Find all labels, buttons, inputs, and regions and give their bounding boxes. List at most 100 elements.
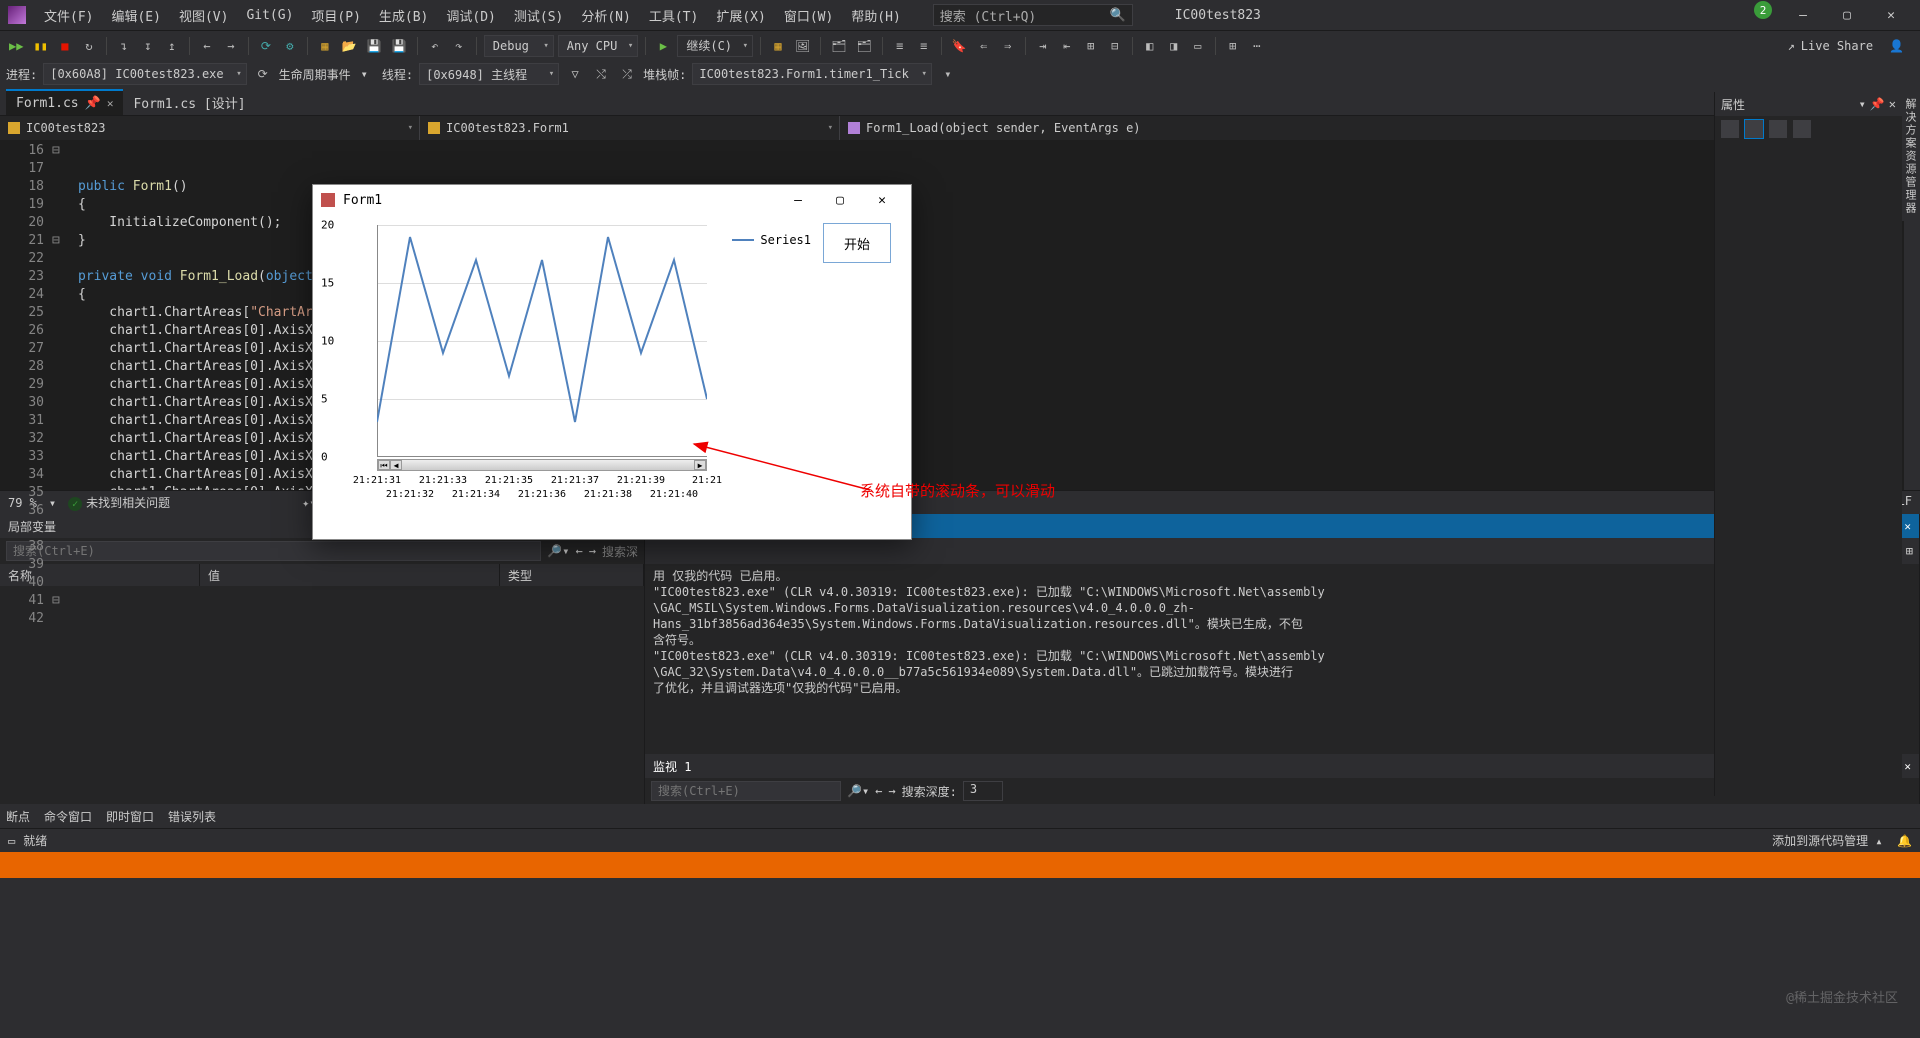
pin-icon[interactable]: 📌 (1870, 97, 1885, 111)
thread-dropdown[interactable]: [0x6948] 主线程 (419, 63, 559, 85)
tb-c-icon[interactable]: 🗂 (828, 35, 849, 57)
undo-icon[interactable]: ↶ (425, 35, 445, 57)
tab-form1-design[interactable]: Form1.cs [设计] (123, 89, 255, 115)
window-maximize-icon[interactable]: ▢ (819, 193, 861, 208)
window-maximize-icon[interactable]: ▢ (1826, 1, 1868, 29)
crumb-class[interactable]: IC00test823.Form1 (420, 116, 840, 140)
nav-back-icon[interactable]: ← (875, 784, 882, 798)
indent-icon[interactable]: ⇥ (1033, 35, 1053, 57)
stackframe-dropdown[interactable]: IC00test823.Form1.timer1_Tick (692, 63, 932, 85)
search-icon[interactable]: 🔎▾ (847, 784, 869, 798)
prop-page-icon[interactable] (1769, 120, 1787, 138)
bk-next-icon[interactable]: ⇒ (998, 35, 1018, 57)
menu-edit[interactable]: 编辑(E) (105, 3, 166, 28)
redo-icon[interactable]: ↷ (449, 35, 469, 57)
tb-a-icon[interactable]: ▦ (768, 35, 788, 57)
form1-titlebar[interactable]: Form1 — ▢ ✕ (313, 185, 911, 215)
refresh-icon[interactable]: ⟳ (256, 35, 276, 57)
tb-b-icon[interactable]: 🖼 (792, 35, 813, 57)
dropdown-icon[interactable]: ▾ (1859, 97, 1866, 111)
fold-column[interactable]: ⊟ ⊟ ⊟ (52, 140, 66, 490)
stop-icon[interactable]: ■ (55, 35, 75, 57)
tb-y-icon[interactable]: ◧ (1140, 35, 1160, 57)
tab-immediate[interactable]: 即时窗口 (106, 808, 154, 825)
menu-project[interactable]: 项目(P) (305, 3, 366, 28)
tab-command[interactable]: 命令窗口 (44, 808, 92, 825)
save-icon[interactable]: 💾 (364, 35, 385, 57)
tb-d-icon[interactable]: 🗂 (854, 35, 875, 57)
bookmark-icon[interactable]: 🔖 (949, 35, 970, 57)
nav-fwd-icon[interactable]: → (221, 35, 241, 57)
thread-b-icon[interactable]: ⤮ (617, 63, 637, 85)
locals-search[interactable] (6, 541, 541, 561)
restart-icon[interactable]: ↻ (79, 35, 99, 57)
menu-tools[interactable]: 工具(T) (643, 3, 704, 28)
scroll-left-icon[interactable]: ◀ (390, 460, 402, 470)
lifecycle-icon[interactable]: ⟳ (253, 63, 273, 85)
config-dropdown[interactable]: Debug (484, 35, 554, 57)
menu-test[interactable]: 测试(S) (508, 3, 569, 28)
menu-build[interactable]: 生成(B) (373, 3, 434, 28)
chart-scrollbar[interactable]: ⏮ ◀ ▶ (377, 459, 707, 471)
close-icon[interactable]: ✕ (1889, 97, 1896, 111)
form1-window[interactable]: Form1 — ▢ ✕ Series1 开始 20 15 10 5 0 (312, 184, 912, 540)
global-search[interactable]: 搜索 (Ctrl+Q) 🔍 (933, 4, 1133, 26)
save-all-icon[interactable]: 💾 (389, 35, 410, 57)
account-icon[interactable]: 👤 (1889, 39, 1904, 53)
prop-cat-icon[interactable] (1721, 120, 1739, 138)
search-icon[interactable]: 🔎▾ (547, 544, 569, 558)
close-icon[interactable]: ✕ (1904, 760, 1911, 773)
window-close-icon[interactable]: ✕ (861, 193, 903, 208)
continue-icon[interactable]: ▶▶ (6, 35, 26, 57)
scroll-far-left-icon[interactable]: ⏮ (378, 460, 390, 470)
outdent-icon[interactable]: ⇤ (1057, 35, 1077, 57)
tab-errors[interactable]: 错误列表 (168, 808, 216, 825)
scroll-right-icon[interactable]: ▶ (694, 460, 706, 470)
menu-help[interactable]: 帮助(H) (845, 3, 906, 28)
col-value[interactable]: 值 (200, 564, 500, 586)
continue-dropdown[interactable]: 继续(C) (677, 35, 753, 57)
new-item-icon[interactable]: ▦ (315, 35, 335, 57)
window-close-icon[interactable]: ✕ (1870, 1, 1912, 29)
step-out-icon[interactable]: ↥ (162, 35, 182, 57)
menu-analyze[interactable]: 分析(N) (575, 3, 636, 28)
source-control[interactable]: 添加到源代码管理 ▴ 🔔 (1772, 832, 1912, 849)
notification-badge[interactable]: 2 (1754, 1, 1772, 19)
tb-x-icon[interactable]: ⊟ (1105, 35, 1125, 57)
open-folder-icon[interactable]: 📂 (339, 35, 360, 57)
tab-breakpoints[interactable]: 断点 (6, 808, 30, 825)
close-icon[interactable]: ✕ (107, 97, 114, 110)
format-icon[interactable]: ⊞ (1081, 35, 1101, 57)
stack-ext-icon[interactable]: ▾ (938, 63, 958, 85)
issues-status[interactable]: 未找到相关问题 (68, 494, 170, 512)
tb-w-icon[interactable]: ▭ (1188, 35, 1208, 57)
pause-icon[interactable]: ▮▮ (30, 35, 50, 57)
solution-explorer-tab[interactable]: 解决方案资源管理器 (1902, 92, 1920, 221)
tb-z-icon[interactable]: ◨ (1164, 35, 1184, 57)
pin-icon[interactable]: 📌 (85, 96, 101, 111)
close-icon[interactable]: ✕ (1904, 520, 1911, 533)
window-minimize-icon[interactable]: — (1782, 1, 1824, 29)
menu-ext[interactable]: 扩展(X) (710, 3, 771, 28)
col-type[interactable]: 类型 (500, 564, 644, 586)
tb-more-icon[interactable]: ⋯ (1247, 35, 1267, 57)
start-button[interactable]: 开始 (823, 223, 891, 263)
process-dropdown[interactable]: [0x60A8] IC00test823.exe (43, 63, 246, 85)
uncomment-icon[interactable]: ≡ (914, 35, 934, 57)
platform-dropdown[interactable]: Any CPU (558, 35, 639, 57)
chart-area[interactable]: 20 15 10 5 0 ⏮ ◀ ▶ 21:21:31 21:21:32 2 (343, 219, 808, 499)
menu-file[interactable]: 文件(F) (38, 3, 99, 28)
menu-view[interactable]: 视图(V) (173, 3, 234, 28)
out-d-icon[interactable]: ⊞ (1906, 544, 1913, 558)
prop-evt-icon[interactable] (1793, 120, 1811, 138)
menu-debug[interactable]: 调试(D) (440, 3, 501, 28)
code-editor[interactable]: 1617181920212223242526272829303132333435… (0, 140, 1920, 490)
depth-dropdown[interactable]: 3 (963, 781, 1003, 801)
crumb-namespace[interactable]: IC00test823 (0, 116, 420, 140)
nav-fwd-icon[interactable]: → (589, 544, 596, 558)
nav-fwd-icon[interactable]: → (888, 784, 895, 798)
nav-back-icon[interactable]: ← (576, 544, 583, 558)
locals-body[interactable] (0, 586, 644, 804)
tab-form1cs[interactable]: Form1.cs 📌 ✕ (6, 89, 123, 115)
menu-window[interactable]: 窗口(W) (778, 3, 839, 28)
